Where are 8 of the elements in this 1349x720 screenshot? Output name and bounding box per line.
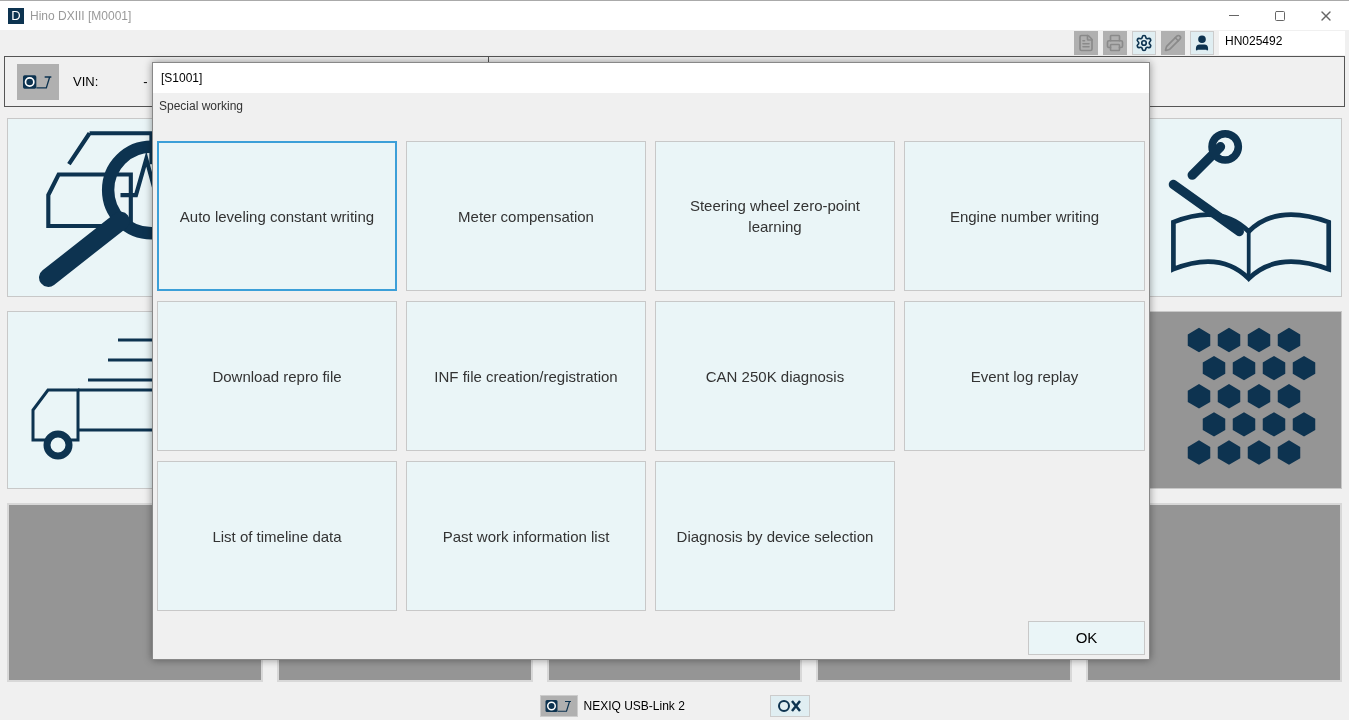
vin-value: - bbox=[143, 72, 148, 91]
user-id: HN025492 bbox=[1219, 31, 1345, 55]
vin-label: VIN: bbox=[73, 72, 99, 91]
dialog-code: [S1001] bbox=[161, 70, 203, 87]
window-title: Hino DXIII [M0001] bbox=[30, 7, 132, 25]
device-name: NEXIQ USB-Link 2 bbox=[583, 698, 686, 715]
app-letter-icon: D bbox=[8, 7, 24, 24]
dialog-subtitle: Special working bbox=[158, 98, 245, 115]
